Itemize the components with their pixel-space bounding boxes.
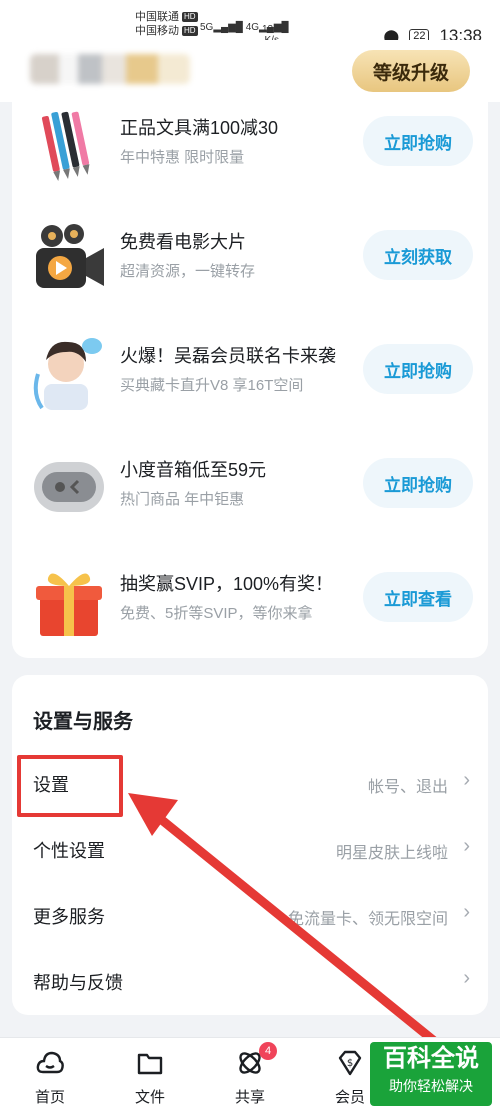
watermark-title: 百科全说 xyxy=(383,1045,479,1072)
promo-title: 抽奖赢SVIP，100%有奖！ xyxy=(120,574,334,594)
nav-share[interactable]: 4 共享 xyxy=(215,1042,285,1107)
nav-files[interactable]: 文件 xyxy=(115,1048,185,1107)
promo-item[interactable]: 正品文具满100减30 年中特惠 限时限量 立即抢购 xyxy=(12,106,488,220)
row-hint: 免流量卡、领无限空间 xyxy=(287,911,448,928)
promo-card: 正品文具满100减30 年中特惠 限时限量 立即抢购 免费看电影大片 超清资源，… xyxy=(12,102,488,658)
net-5g-label: 5G xyxy=(200,22,214,33)
nav-label: 共享 xyxy=(234,1089,265,1106)
chevron-right-icon: › xyxy=(463,835,470,857)
movie-camera-icon xyxy=(36,224,104,288)
promo-subtitle: 超清资源，一键转存 xyxy=(120,263,256,280)
upgrade-button[interactable]: 等级升级 xyxy=(352,50,470,92)
speed-value: 13.8 xyxy=(262,24,282,35)
row-hint: 明星皮肤上线啦 xyxy=(335,845,448,862)
buy-now-button[interactable]: 立即抢购 xyxy=(363,344,473,394)
settings-row-personalize[interactable]: 个性设置 明星皮肤上线啦 › xyxy=(12,821,488,877)
annotation-highlight-box xyxy=(17,755,123,817)
notification-badge: 4 xyxy=(259,1042,277,1060)
carrier-2: 中国移动 xyxy=(135,25,179,37)
chevron-right-icon: › xyxy=(463,901,470,923)
carrier-info: 中国联通 HD 中国移动 HD xyxy=(135,10,198,38)
header: 等级升级 xyxy=(0,40,500,102)
get-now-button[interactable]: 立刻获取 xyxy=(363,230,473,280)
buy-now-button[interactable]: 立即抢购 xyxy=(363,116,473,166)
watermark-subtitle: 助你轻松解决 xyxy=(389,1078,473,1094)
promo-item[interactable]: 小度音箱低至59元 热门商品 年中钜惠 立即抢购 xyxy=(12,448,488,562)
gift-box-icon xyxy=(36,573,102,636)
cloud-home-icon xyxy=(36,1051,64,1074)
promo-subtitle: 免费、5折等SVIP，等你来拿 xyxy=(120,605,313,622)
promo-subtitle: 买典藏卡直升V8 享16T空间 xyxy=(120,377,304,394)
carrier-1: 中国联通 xyxy=(135,11,179,23)
settings-row-help[interactable]: 帮助与反馈 › xyxy=(12,953,488,1009)
promo-title: 火爆！吴磊会员联名卡来袭 xyxy=(120,346,336,366)
row-label: 更多服务 xyxy=(33,907,105,927)
row-label: 个性设置 xyxy=(33,841,105,861)
pens-icon xyxy=(41,111,90,182)
promo-title: 免费看电影大片 xyxy=(120,232,246,252)
member-icon: $ xyxy=(338,1050,362,1076)
section-title: 设置与服务 xyxy=(33,711,133,733)
celebrity-card-icon xyxy=(33,338,102,410)
smart-speaker-icon xyxy=(34,462,104,512)
status-bar: 中国联通HD 中国移动HD 5G▂▄▆█ 4G▂▄▆█ 13.8 K/s ⬤ 2… xyxy=(0,0,500,46)
watermark-logo: 百科全说 助你轻松解决 xyxy=(370,1042,492,1106)
buy-now-button[interactable]: 立即抢购 xyxy=(363,458,473,508)
signal-icon: ▂▄▆█ xyxy=(213,22,243,33)
hd-badge: HD xyxy=(182,12,198,22)
chevron-right-icon: › xyxy=(463,967,470,989)
promo-item[interactable]: 免费看电影大片 超清资源，一键转存 立刻获取 xyxy=(12,220,488,334)
promo-title: 正品文具满100减30 xyxy=(120,118,279,138)
promo-subtitle: 年中特惠 限时限量 xyxy=(120,149,245,166)
folder-icon xyxy=(137,1053,163,1075)
promo-item[interactable]: 抽奖赢SVIP，100%有奖！ 免费、5折等SVIP，等你来拿 立即查看 xyxy=(12,562,488,676)
view-now-button[interactable]: 立即查看 xyxy=(363,572,473,622)
avatar[interactable] xyxy=(30,54,190,84)
promo-subtitle: 热门商品 年中钜惠 xyxy=(120,491,245,508)
nav-label: 文件 xyxy=(134,1089,165,1106)
hd-badge: HD xyxy=(182,26,198,36)
net-4g-label: 4G xyxy=(245,22,260,33)
settings-row-more-services[interactable]: 更多服务 免流量卡、领无限空间 › xyxy=(12,887,488,943)
row-label: 帮助与反馈 xyxy=(33,973,123,993)
svg-text:$: $ xyxy=(347,1058,353,1069)
nav-label: 首页 xyxy=(34,1089,65,1106)
promo-title: 小度音箱低至59元 xyxy=(120,460,267,480)
chevron-right-icon: › xyxy=(463,769,470,791)
nav-home[interactable]: 首页 xyxy=(15,1048,85,1107)
row-hint: 帐号、退出 xyxy=(367,779,448,796)
settings-card: 设置与服务 设置 帐号、退出 › 个性设置 明星皮肤上线啦 › 更多服务 免流量… xyxy=(12,675,488,1015)
promo-item[interactable]: 火爆！吴磊会员联名卡来袭 买典藏卡直升V8 享16T空间 立即抢购 xyxy=(12,334,488,448)
